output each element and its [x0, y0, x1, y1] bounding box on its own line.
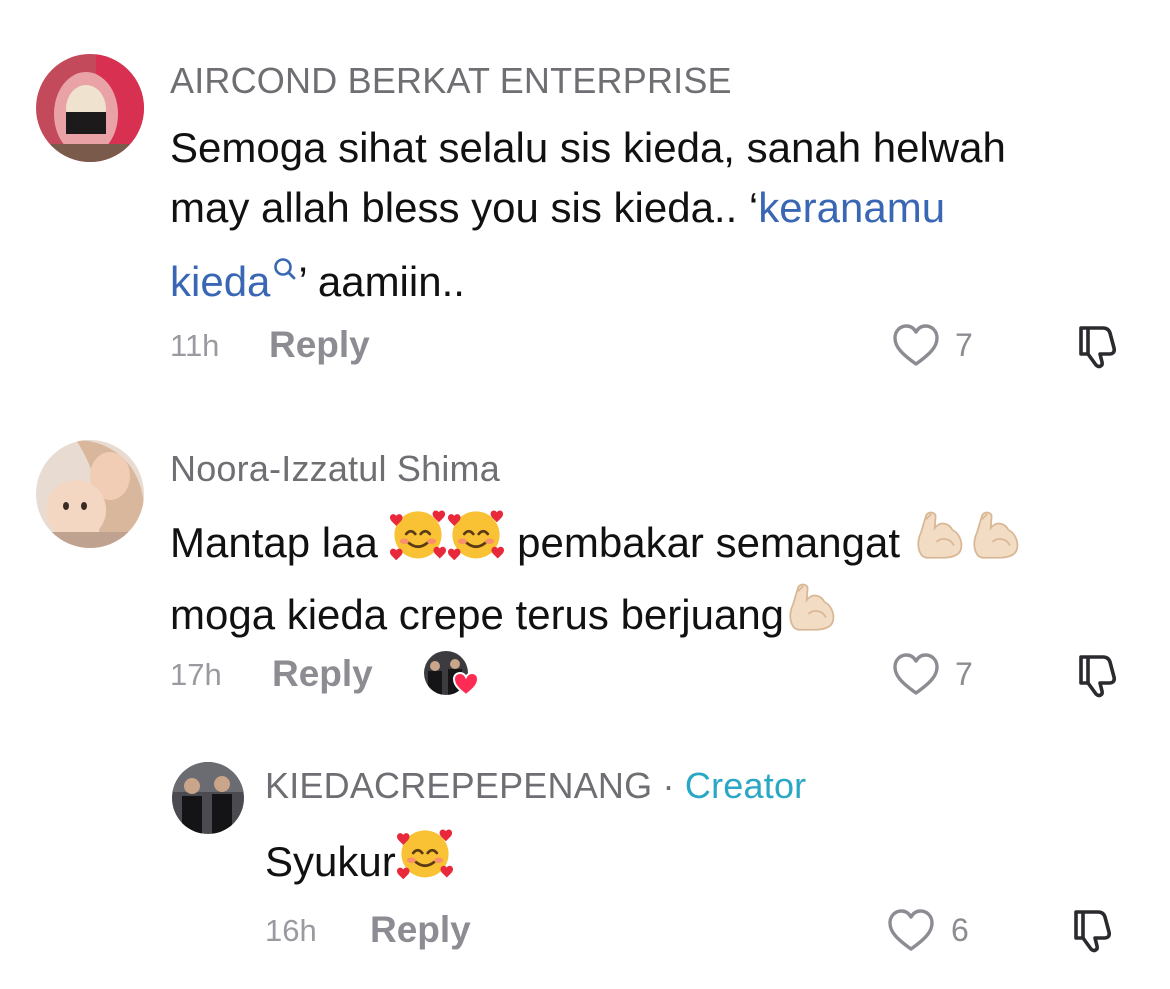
comment-text-segment: Mantap laa: [170, 519, 378, 566]
flexed-biceps-emoji: [968, 507, 1024, 579]
separator: ·: [662, 765, 675, 806]
comment-text-line: moga kieda crepe terus berjuang: [170, 579, 1150, 651]
comment-text-segment: may allah bless you sis kieda.. ‘: [170, 184, 759, 231]
reply-button[interactable]: Reply: [272, 653, 373, 695]
comment-text-segment: moga kieda crepe terus berjuang: [170, 591, 785, 638]
heart-outline-icon[interactable]: [892, 323, 940, 372]
comment-text-segment: Syukur: [265, 838, 396, 885]
comment-text: Mantap laa pembakar semangat moga kieda …: [170, 505, 1150, 651]
smiling-face-with-hearts-emoji: [389, 505, 447, 579]
username[interactable]: Noora-Izzatul Shima: [170, 448, 500, 490]
username-line: KIEDACREPEPENANG · Creator: [265, 765, 806, 807]
like-count: 7: [955, 327, 973, 363]
comment-text-line: Semoga sihat selalu sis kieda, sanah hel…: [170, 124, 1006, 171]
comment-text-line: may allah bless you sis kieda.. ‘keranam…: [170, 178, 1130, 238]
username[interactable]: AIRCOND BERKAT ENTERPRISE: [170, 60, 732, 102]
username[interactable]: KIEDACREPEPENANG: [265, 765, 652, 806]
thumbs-down-icon[interactable]: [1073, 651, 1121, 704]
comment-text-line: kieda ’ aamiin..: [170, 238, 1130, 312]
comment-text: Semoga sihat selalu sis kieda, sanah hel…: [170, 118, 1130, 312]
heart-outline-icon[interactable]: [887, 908, 935, 957]
creator-badge: Creator: [684, 765, 807, 806]
creator-liked-avatar: [424, 651, 480, 704]
reply-button[interactable]: Reply: [269, 324, 370, 366]
comment-text-segment: pembakar semangat: [517, 519, 901, 566]
avatar[interactable]: [172, 762, 244, 834]
timestamp: 11h: [170, 328, 220, 363]
comment-text-segment: ’ aamiin..: [298, 258, 465, 305]
smiling-face-with-hearts-emoji: [447, 505, 505, 579]
comment-text-line: Mantap laa pembakar semangat: [170, 505, 1150, 579]
like-count: 7: [955, 656, 973, 692]
smiling-face-with-hearts-emoji: [396, 824, 454, 898]
avatar[interactable]: [36, 440, 144, 548]
like-count: 6: [951, 912, 969, 948]
hashtag-link[interactable]: kieda: [170, 258, 270, 305]
flexed-biceps-emoji: [784, 579, 840, 651]
timestamp: 17h: [170, 657, 222, 692]
thumbs-down-icon[interactable]: [1073, 322, 1121, 375]
flexed-biceps-emoji: [912, 507, 968, 579]
comment-text: Syukur: [265, 824, 454, 898]
avatar[interactable]: [36, 54, 144, 162]
heart-outline-icon[interactable]: [892, 652, 940, 701]
reply-button[interactable]: Reply: [370, 909, 471, 951]
search-icon[interactable]: [272, 238, 298, 298]
timestamp: 16h: [265, 913, 317, 948]
thumbs-down-icon[interactable]: [1068, 906, 1116, 959]
hashtag-link[interactable]: keranamu: [758, 184, 945, 231]
